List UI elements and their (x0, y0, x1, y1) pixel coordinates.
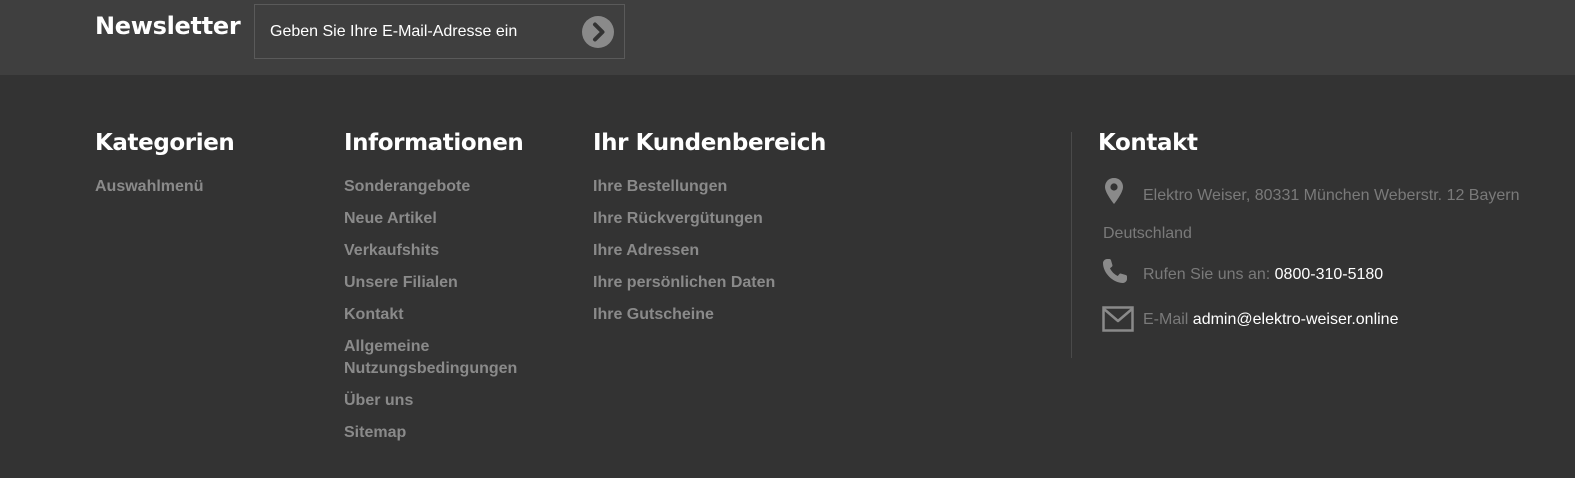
informationen-title: Informationen (344, 130, 524, 156)
newsletter-title: Newsletter (95, 12, 241, 40)
list-item: Kontakt (344, 304, 544, 326)
phone-icon (1103, 259, 1127, 283)
link-ueber-uns[interactable]: Über uns (344, 390, 544, 412)
list-item: Über uns (344, 390, 544, 412)
kundenbereich-list: Ihre Bestellungen Ihre Rückvergütungen I… (593, 176, 775, 336)
contact-address: Elektro Weiser, 80331 München Weberstr. … (1103, 187, 1520, 242)
link-auswahlmenue[interactable]: Auswahlmenü (95, 176, 203, 198)
link-neue-artikel[interactable]: Neue Artikel (344, 208, 544, 230)
list-item: Ihre Rückvergütungen (593, 208, 775, 230)
informationen-list: Sonderangebote Neue Artikel Verkaufshits… (344, 176, 544, 454)
link-persoenliche-daten[interactable]: Ihre persönlichen Daten (593, 272, 775, 294)
list-item: Ihre persönlichen Daten (593, 272, 775, 294)
list-item: Sonderangebote (344, 176, 544, 198)
list-item: Ihre Gutscheine (593, 304, 775, 326)
list-item: Neue Artikel (344, 208, 544, 230)
list-item: Verkaufshits (344, 240, 544, 262)
list-item: Unsere Filialen (344, 272, 544, 294)
list-item: Ihre Adressen (593, 240, 775, 262)
envelope-icon (1102, 306, 1134, 332)
contact-divider (1071, 132, 1072, 358)
link-verkaufshits[interactable]: Verkaufshits (344, 240, 544, 262)
kategorien-list: Auswahlmenü (95, 176, 203, 208)
list-item: Ihre Bestellungen (593, 176, 775, 198)
list-item: Allgemeine Nutzungsbedingungen (344, 336, 544, 380)
link-sitemap[interactable]: Sitemap (344, 422, 544, 444)
phone-label: Rufen Sie uns an: (1143, 266, 1271, 283)
list-item: Sitemap (344, 422, 544, 444)
link-kontakt[interactable]: Kontakt (344, 304, 544, 326)
kundenbereich-title: Ihr Kundenbereich (593, 130, 826, 156)
contact-email-row: E-Mail admin@elektro-weiser.online (1143, 309, 1398, 331)
contact-title: Kontakt (1098, 130, 1198, 156)
link-sonderangebote[interactable]: Sonderangebote (344, 176, 544, 198)
newsletter-bar: Newsletter (0, 0, 1575, 75)
contact-phone-row: Rufen Sie uns an: 0800-310-5180 (1143, 264, 1383, 286)
email-link[interactable]: admin@elektro-weiser.online (1193, 311, 1399, 328)
link-unsere-filialen[interactable]: Unsere Filialen (344, 272, 544, 294)
newsletter-email-input[interactable] (255, 5, 565, 58)
phone-number-link[interactable]: 0800-310-5180 (1275, 266, 1384, 283)
link-adressen[interactable]: Ihre Adressen (593, 240, 699, 262)
chevron-right-circle-icon (593, 22, 605, 42)
newsletter-form (254, 4, 625, 59)
link-gutscheine[interactable]: Ihre Gutscheine (593, 304, 714, 326)
list-item: Auswahlmenü (95, 176, 203, 198)
email-label: E-Mail (1143, 311, 1189, 328)
link-nutzungsbedingungen[interactable]: Allgemeine Nutzungsbedingungen (344, 336, 544, 380)
kategorien-title: Kategorien (95, 130, 235, 156)
newsletter-submit-button[interactable] (582, 16, 614, 48)
link-bestellungen[interactable]: Ihre Bestellungen (593, 176, 727, 198)
link-rueckverguetungen[interactable]: Ihre Rückvergütungen (593, 208, 763, 230)
